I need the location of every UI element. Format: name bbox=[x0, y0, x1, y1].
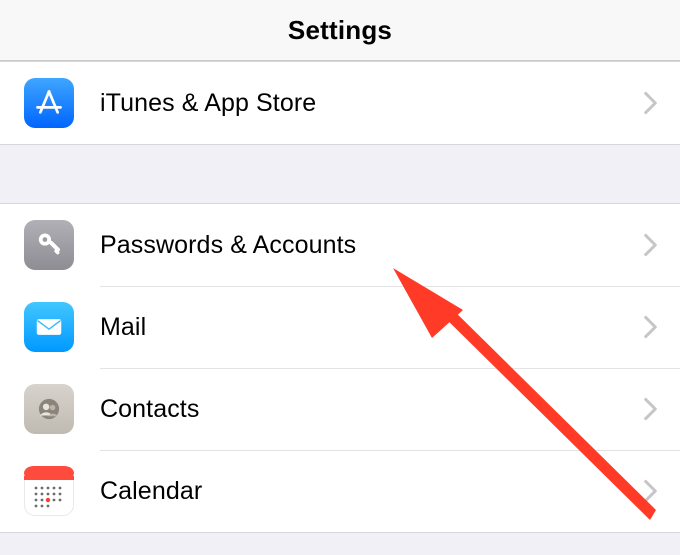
page-title: Settings bbox=[0, 0, 680, 60]
section-gap bbox=[0, 145, 680, 203]
key-icon bbox=[24, 220, 74, 270]
chevron-right-icon bbox=[643, 315, 658, 339]
mail-icon bbox=[24, 302, 74, 352]
settings-group-accounts: Passwords & Accounts Mail Contact bbox=[0, 203, 680, 533]
row-contacts[interactable]: Contacts bbox=[0, 368, 680, 450]
chevron-right-icon bbox=[643, 233, 658, 257]
row-label: Calendar bbox=[100, 477, 643, 506]
row-passwords-accounts[interactable]: Passwords & Accounts bbox=[0, 204, 680, 286]
chevron-right-icon bbox=[643, 91, 658, 115]
settings-group-store: iTunes & App Store bbox=[0, 61, 680, 145]
row-itunes-appstore[interactable]: iTunes & App Store bbox=[0, 62, 680, 144]
calendar-icon bbox=[24, 466, 74, 516]
row-label: Mail bbox=[100, 313, 643, 342]
row-label: Contacts bbox=[100, 395, 643, 424]
contacts-icon bbox=[24, 384, 74, 434]
row-label: Passwords & Accounts bbox=[100, 231, 643, 260]
row-mail[interactable]: Mail bbox=[0, 286, 680, 368]
row-calendar[interactable]: Calendar bbox=[0, 450, 680, 532]
chevron-right-icon bbox=[643, 397, 658, 421]
row-label: iTunes & App Store bbox=[100, 89, 643, 118]
chevron-right-icon bbox=[643, 479, 658, 503]
appstore-icon bbox=[24, 78, 74, 128]
nav-bar: Settings bbox=[0, 0, 680, 61]
